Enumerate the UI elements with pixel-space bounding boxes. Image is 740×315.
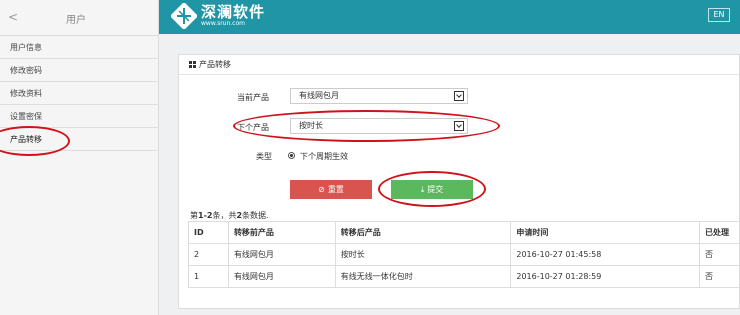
column-header-before: 转移前产品 (227, 221, 336, 244)
table-row: 1 有线网包月 有线无线一体化包时 2016-10-27 01:28:59 否 (188, 265, 740, 288)
next-product-value: 按时长 (299, 121, 323, 130)
column-header-after: 转移后产品 (334, 221, 512, 244)
panel-header: 产品转移 (179, 55, 739, 75)
next-product-select[interactable]: 按时长 (290, 118, 468, 134)
cell-time: 2016-10-27 01:45:58 (510, 243, 701, 266)
sidebar-title: 用户 (66, 15, 86, 26)
cell-after: 按时长 (334, 243, 512, 266)
logo-name: 深澜软件 (201, 3, 266, 21)
cell-processed: 否 (699, 265, 740, 288)
table-row: 2 有线网包月 按时长 2016-10-27 01:45:58 否 (188, 243, 740, 266)
cell-id: 2 (188, 243, 229, 266)
panel-title: 产品转移 (199, 60, 231, 69)
type-option-label: 下个周期生效 (300, 152, 348, 161)
type-radio[interactable] (288, 152, 295, 159)
logo[interactable]: 深澜软件 www.srun.com (171, 3, 265, 29)
sidebar-item-security-question[interactable]: 设置密保 (0, 105, 158, 128)
cell-time: 2016-10-27 01:28:59 (510, 265, 701, 288)
logo-icon (171, 3, 197, 29)
logo-url: www.srun.com (201, 20, 245, 27)
cell-id: 1 (188, 265, 229, 288)
submit-button-label: 提交 (427, 185, 444, 194)
reset-button[interactable]: ⊘ 重置 (290, 180, 372, 199)
chevron-down-icon (454, 121, 464, 131)
summary-prefix: 第 (190, 211, 198, 220)
type-label: 类型 (256, 152, 272, 161)
sidebar-item-user-info[interactable]: 用户信息 (0, 36, 158, 59)
cell-before: 有线网包月 (227, 265, 336, 288)
download-icon: ⤓ (420, 185, 425, 194)
top-header: 深澜软件 www.srun.com EN (159, 0, 740, 34)
cell-before: 有线网包月 (227, 243, 336, 266)
submit-button[interactable]: ⤓ 提交 (391, 180, 473, 199)
ban-icon: ⊘ (318, 185, 325, 194)
current-product-value: 有线网包月 (299, 91, 339, 100)
cell-after: 有线无线一体化包时 (334, 265, 512, 288)
language-button[interactable]: EN (708, 8, 730, 22)
table-header-row: ID 转移前产品 转移后产品 申请时间 已处理 (188, 221, 740, 244)
grid-icon (189, 61, 196, 68)
sidebar-item-product-transfer[interactable]: 产品转移 (0, 128, 158, 151)
cell-processed: 否 (699, 243, 740, 266)
sidebar: < 用户 用户信息 修改密码 修改资料 设置密保 产品转移 (0, 0, 159, 315)
transfer-table: ID 转移前产品 转移后产品 申请时间 已处理 2 有线网包月 按时长 2016… (188, 221, 740, 288)
summary-range: 1-2 (198, 211, 213, 220)
column-header-id: ID (188, 221, 229, 244)
chevron-left-icon[interactable]: < (8, 10, 18, 24)
summary-suffix: 条数据. (242, 211, 269, 220)
chevron-down-icon (454, 91, 464, 101)
sidebar-item-change-password[interactable]: 修改密码 (0, 59, 158, 82)
sidebar-item-edit-profile[interactable]: 修改资料 (0, 82, 158, 105)
column-header-processed: 已处理 (699, 221, 740, 244)
summary-middle: 条，共 (212, 211, 237, 220)
sidebar-header: < 用户 (0, 0, 158, 36)
column-header-time: 申请时间 (510, 221, 701, 244)
current-product-label: 当前产品 (237, 93, 269, 102)
reset-button-label: 重置 (327, 185, 344, 194)
next-product-label: 下个产品 (237, 123, 269, 132)
current-product-select[interactable]: 有线网包月 (290, 88, 468, 104)
result-summary: 第1-2条，共2条数据. (190, 210, 269, 221)
